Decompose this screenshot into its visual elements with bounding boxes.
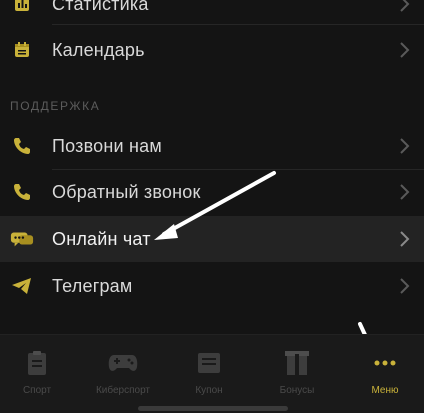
annotation-arrow-icon bbox=[154, 171, 276, 240]
chevron-right-icon bbox=[398, 40, 412, 60]
menu-item-label: Онлайн чат bbox=[52, 228, 151, 249]
calendar-icon bbox=[10, 38, 34, 62]
phone-icon bbox=[10, 134, 34, 158]
coupon-icon bbox=[174, 349, 244, 377]
home-indicator bbox=[138, 406, 288, 411]
tab-label: Киберспорт bbox=[95, 385, 151, 396]
tab-esports[interactable]: Киберспорт bbox=[88, 349, 158, 396]
menu-item-label: Статистика bbox=[52, 0, 149, 14]
phone-icon bbox=[10, 180, 34, 204]
telegram-icon bbox=[10, 274, 34, 298]
menu-item-calendar[interactable]: Календарь bbox=[0, 28, 424, 72]
chevron-right-icon bbox=[398, 229, 412, 249]
tab-bonuses[interactable]: Бонусы bbox=[262, 349, 332, 396]
chevron-right-icon bbox=[398, 276, 412, 296]
tab-menu[interactable]: Меню bbox=[350, 349, 420, 396]
menu-item-statistics[interactable]: Статистика bbox=[0, 0, 424, 22]
menu-item-label: Календарь bbox=[52, 39, 145, 60]
menu-item-telegram[interactable]: Телеграм bbox=[0, 264, 424, 308]
menu-item-label: Позвони нам bbox=[52, 135, 162, 156]
statistics-icon bbox=[10, 0, 34, 16]
menu-item-label: Телеграм bbox=[52, 275, 133, 296]
more-dots-icon bbox=[350, 349, 420, 377]
tab-coupon[interactable]: Купон bbox=[174, 349, 244, 396]
chevron-right-icon bbox=[398, 136, 412, 156]
section-title-support: ПОДДЕРЖКА bbox=[10, 99, 101, 113]
tab-label: Бонусы bbox=[279, 385, 315, 396]
clipboard-icon bbox=[2, 349, 72, 377]
chevron-right-icon bbox=[398, 0, 412, 14]
divider bbox=[52, 24, 424, 25]
chat-icon bbox=[10, 227, 34, 251]
tab-label: Купон bbox=[195, 385, 223, 396]
menu-item-call-us[interactable]: Позвони нам bbox=[0, 124, 424, 168]
gamepad-icon bbox=[88, 349, 158, 377]
gift-icon bbox=[262, 349, 332, 377]
tab-label: Меню bbox=[371, 385, 399, 396]
tab-sport[interactable]: Спорт bbox=[2, 349, 72, 396]
bottom-tab-bar: Спорт Киберспорт Купон Бонусы Меню bbox=[0, 334, 424, 413]
chevron-right-icon bbox=[398, 182, 412, 202]
tab-label: Спорт bbox=[22, 385, 52, 396]
